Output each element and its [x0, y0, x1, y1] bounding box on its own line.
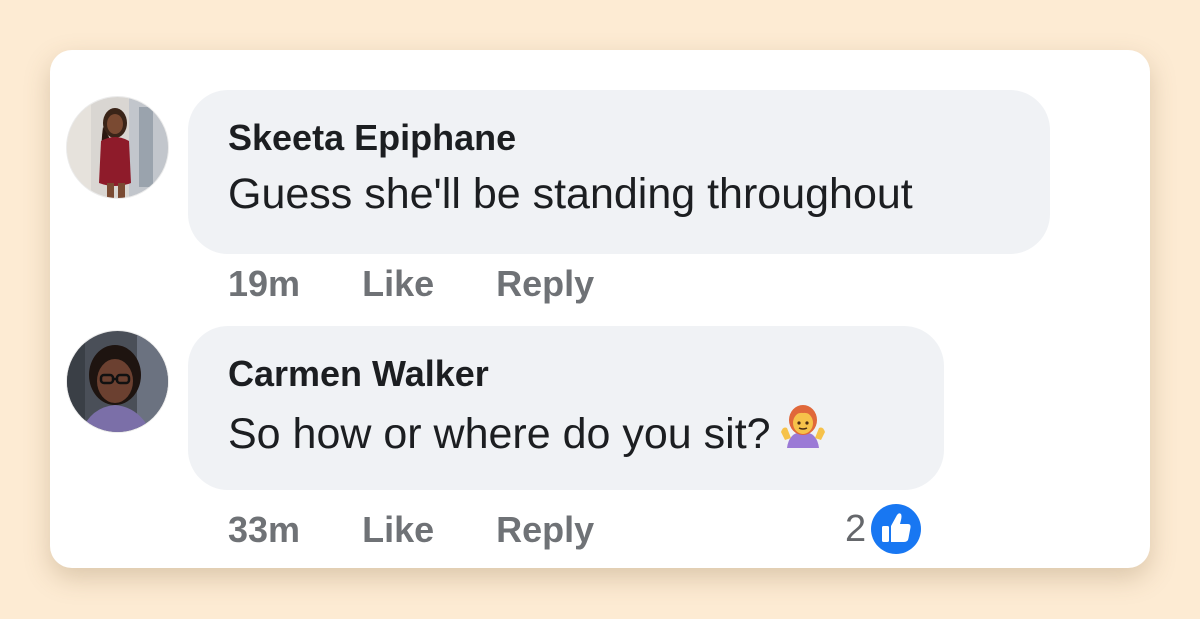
reaction-summary[interactable]: 2 [845, 500, 925, 558]
thumbs-up-icon [868, 501, 925, 557]
comment-author[interactable]: Skeeta Epiphane [228, 116, 1010, 160]
avatar[interactable] [67, 97, 168, 198]
avatar-image [67, 97, 168, 198]
comment-bubble: Carmen Walker So how or where do you sit… [188, 326, 944, 490]
reaction-count: 2 [845, 508, 867, 550]
comment-actions: 19m Like Reply [228, 262, 594, 306]
comment-text: So how or where do you sit? [228, 402, 904, 468]
comment-timestamp[interactable]: 33m [228, 508, 300, 552]
comment-timestamp[interactable]: 19m [228, 262, 300, 306]
reply-button[interactable]: Reply [496, 508, 594, 552]
comments-card: Skeeta Epiphane Guess she'll be standing… [50, 50, 1150, 568]
comment-author[interactable]: Carmen Walker [228, 352, 904, 396]
avatar-image [67, 331, 168, 432]
comment-actions: 33m Like Reply [228, 508, 594, 552]
like-button[interactable]: Like [362, 262, 434, 306]
comment-bubble: Skeeta Epiphane Guess she'll be standing… [188, 90, 1050, 254]
avatar[interactable] [67, 331, 168, 432]
person-shrugging-emoji-icon [777, 402, 829, 468]
like-button[interactable]: Like [362, 508, 434, 552]
reply-button[interactable]: Reply [496, 262, 594, 306]
comment-text-body: So how or where do you sit? [228, 410, 771, 458]
comment-text: Guess she'll be standing throughout [228, 170, 913, 218]
